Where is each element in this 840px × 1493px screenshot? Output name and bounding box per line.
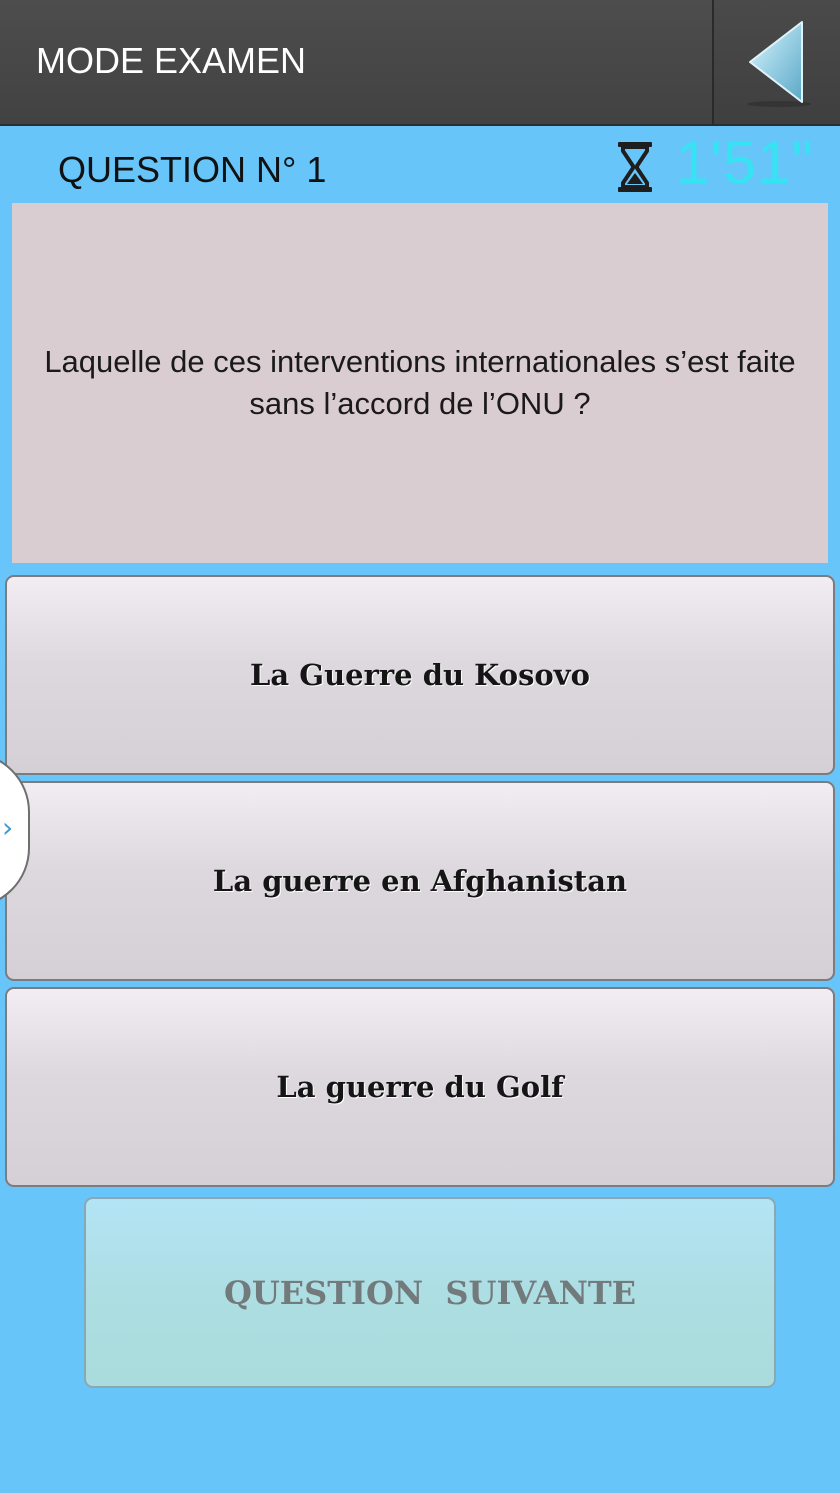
answer-label: La guerre en Afghanistan — [212, 864, 628, 898]
app-header: MODE EXAMEN — [0, 0, 840, 126]
answer-label: La guerre du Golf — [276, 1070, 564, 1104]
answer-option-2[interactable]: La guerre en Afghanistan — [5, 781, 835, 981]
page-title: MODE EXAMEN — [36, 40, 307, 81]
back-arrow-icon — [747, 21, 811, 107]
back-button[interactable] — [712, 0, 840, 124]
answer-option-3[interactable]: La guerre du Golf — [5, 987, 835, 1187]
question-card: Laquelle de ces interventions internatio… — [12, 203, 828, 563]
next-question-button[interactable]: QUESTION SUIVANTE — [84, 1197, 776, 1388]
next-question-label: QUESTION SUIVANTE — [223, 1273, 637, 1312]
answer-label: La Guerre du Kosovo — [250, 658, 590, 692]
question-number: QUESTION N° 1 — [58, 149, 327, 190]
answer-option-1[interactable]: La Guerre du Kosovo — [5, 575, 835, 775]
chevron-right-icon: › — [2, 811, 14, 844]
hourglass-icon — [614, 140, 656, 199]
countdown-timer: 1'51" — [676, 129, 814, 196]
question-text: Laquelle de ces interventions internatio… — [44, 344, 796, 421]
